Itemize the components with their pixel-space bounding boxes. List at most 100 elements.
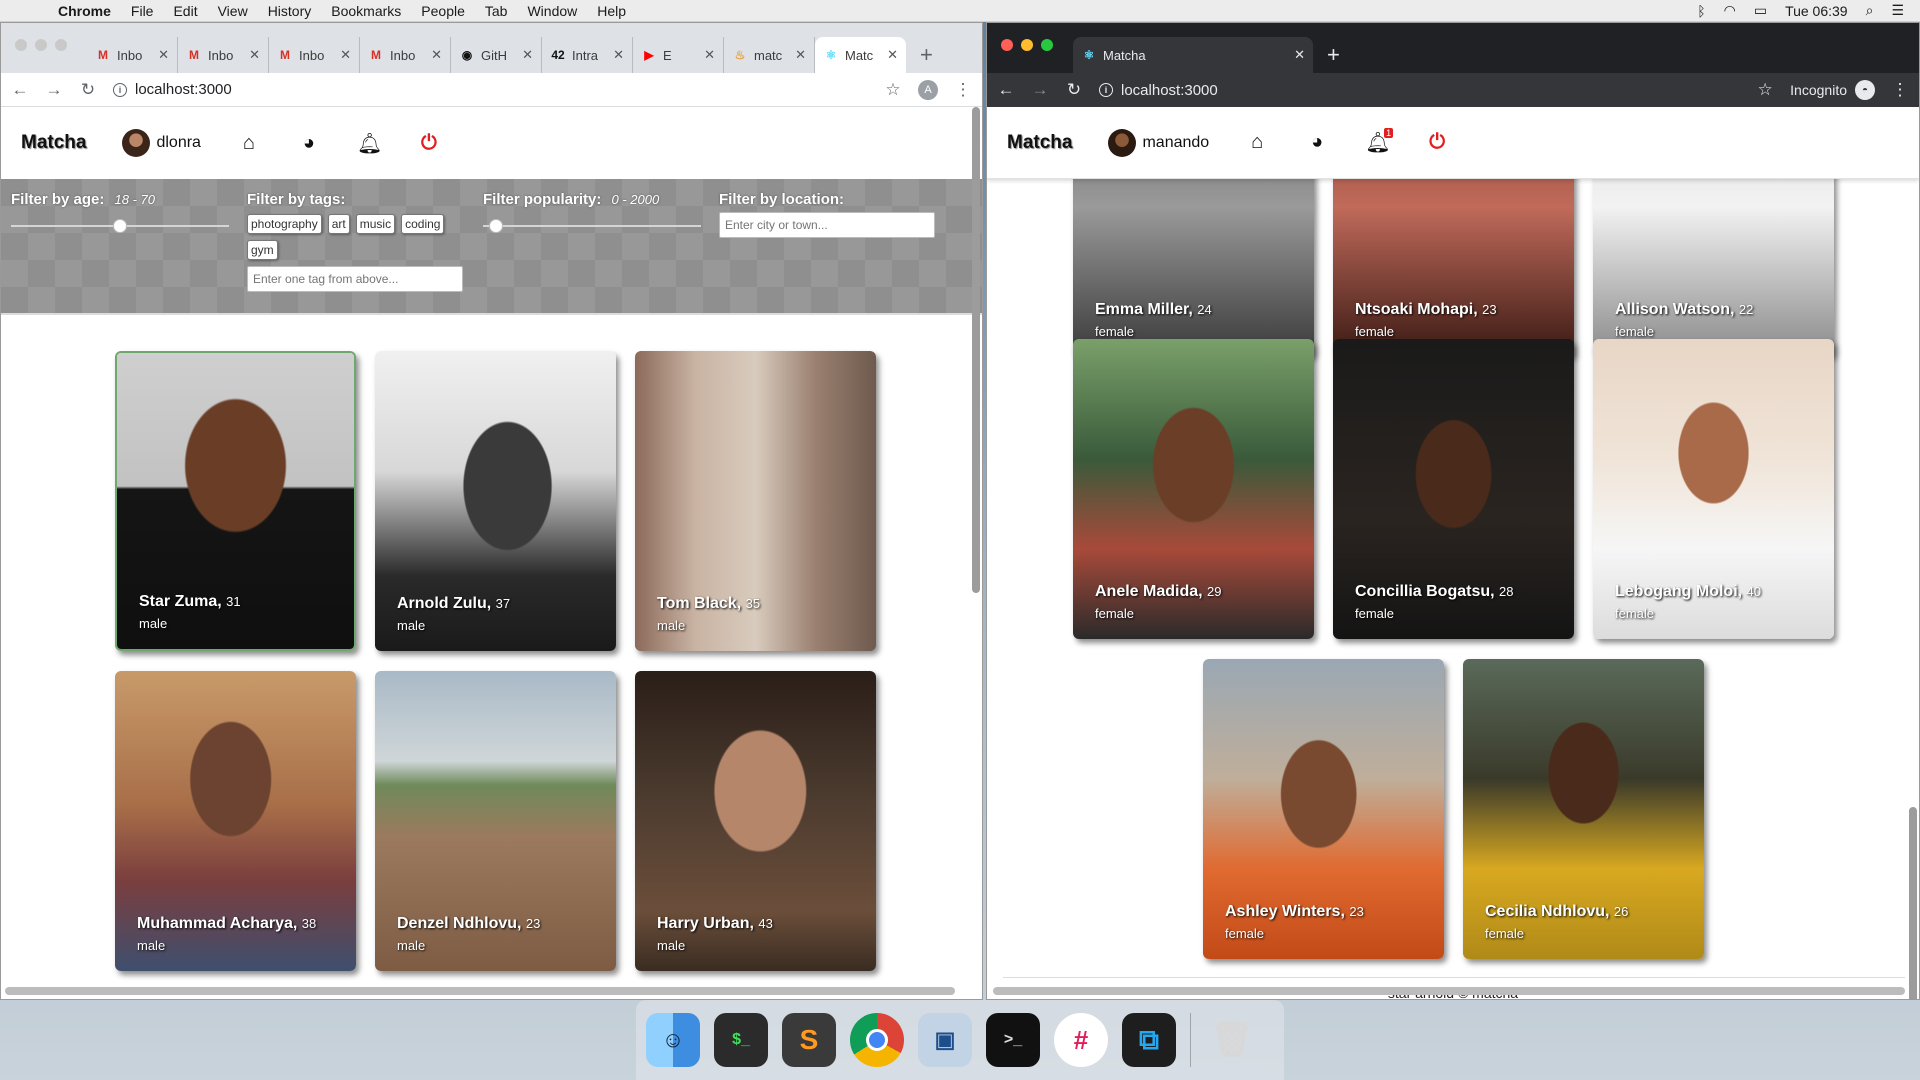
vertical-scrollbar[interactable] <box>1909 807 1917 999</box>
close-tab-icon[interactable]: ✕ <box>340 47 351 63</box>
virtualbox-icon[interactable]: ▣ <box>918 1013 972 1067</box>
tag-chip[interactable]: music <box>355 214 396 234</box>
close-tab-icon[interactable]: ✕ <box>158 47 169 63</box>
address-bar[interactable]: i localhost:3000 <box>1099 77 1740 103</box>
profile-card[interactable]: Anele Madida, 29 female <box>1073 339 1314 639</box>
browser-tab[interactable]: ♨ matc ✕ <box>724 37 815 73</box>
browser-tab[interactable]: M Inbo ✕ <box>178 37 269 73</box>
forward-arrow-icon[interactable]: → <box>1031 80 1049 100</box>
kebab-menu-icon[interactable]: ⋮ <box>1891 80 1909 100</box>
close-tab-icon[interactable]: ✕ <box>249 47 260 63</box>
close-tab-icon[interactable]: ✕ <box>613 47 624 63</box>
profile-card[interactable]: Muhammad Acharya, 38 male <box>115 671 356 971</box>
profile-card[interactable]: Lebogang Moloi, 40 female <box>1593 339 1834 639</box>
bluetooth-icon[interactable]: ᛒ <box>1697 3 1705 19</box>
sublime-text-icon[interactable]: S <box>782 1013 836 1067</box>
notification-center-icon[interactable]: ☰ <box>1891 2 1904 19</box>
profile-card[interactable]: Star Zuma, 31 male <box>115 351 356 651</box>
horizontal-scrollbar[interactable] <box>5 987 955 995</box>
new-tab-button[interactable]: + <box>920 37 933 73</box>
profile-avatar[interactable]: A <box>918 79 938 100</box>
reload-icon[interactable]: ↻ <box>1065 80 1083 100</box>
incognito-indicator[interactable]: Incognito ◓ <box>1790 80 1875 100</box>
reload-icon[interactable]: ↻ <box>79 80 97 100</box>
new-tab-button[interactable]: + <box>1327 37 1340 73</box>
menu-view[interactable]: View <box>218 3 248 19</box>
profile-card[interactable]: Cecilia Ndhlovu, 26 female <box>1463 659 1704 959</box>
browser-tab[interactable]: M Inbo ✕ <box>360 37 451 73</box>
info-icon[interactable]: i <box>113 82 127 97</box>
current-user[interactable]: manando <box>1108 128 1209 157</box>
messenger-icon[interactable]: ◕ <box>297 132 321 155</box>
menu-tab[interactable]: Tab <box>485 3 508 19</box>
menu-history[interactable]: History <box>268 3 312 19</box>
menu-people[interactable]: People <box>421 3 465 19</box>
zoom-window-button[interactable] <box>1041 39 1053 51</box>
tag-chip[interactable]: photography <box>247 214 322 234</box>
menu-help[interactable]: Help <box>597 3 626 19</box>
close-tab-icon[interactable]: ✕ <box>887 47 898 63</box>
bookmark-star-icon[interactable]: ☆ <box>1756 80 1774 100</box>
profile-card[interactable]: Denzel Ndhlovu, 23 male <box>375 671 616 971</box>
tab-matcha[interactable]: ⚛ Matcha ✕ <box>1073 37 1313 73</box>
browser-tab[interactable]: ⚛ Matc ✕ <box>815 37 906 73</box>
tag-chip[interactable]: art <box>327 214 350 234</box>
info-icon[interactable]: i <box>1099 83 1113 97</box>
spotlight-icon[interactable]: ⌕ <box>1866 2 1874 19</box>
browser-tab[interactable]: ▶ E ✕ <box>633 37 724 73</box>
back-arrow-icon[interactable]: ← <box>11 80 29 100</box>
close-tab-icon[interactable]: ✕ <box>522 47 533 63</box>
bell-icon[interactable]: 🔔︎ <box>357 131 382 156</box>
minimize-window-button[interactable] <box>35 39 47 51</box>
profile-card[interactable]: Concillia Bogatsu, 28 female <box>1333 339 1574 639</box>
brand-logo[interactable]: Matcha <box>1007 132 1072 154</box>
popularity-slider[interactable] <box>483 218 701 234</box>
profile-card[interactable]: Tom Black, 35 male <box>635 351 876 651</box>
battery-icon[interactable]: ▭ <box>1754 2 1767 19</box>
home-icon[interactable]: ⌂ <box>1245 131 1269 154</box>
profile-card[interactable]: Ashley Winters, 23 female <box>1203 659 1444 959</box>
close-tab-icon[interactable]: ✕ <box>704 47 715 63</box>
vscode-icon[interactable]: ⧉ <box>1122 1013 1176 1067</box>
menubar-clock[interactable]: Tue 06:39 <box>1785 3 1848 19</box>
tag-chip[interactable]: coding <box>401 214 445 234</box>
tag-chip[interactable]: gym <box>247 240 278 260</box>
browser-tab[interactable]: M Inbo ✕ <box>269 37 360 73</box>
menu-window[interactable]: Window <box>527 3 577 19</box>
forward-arrow-icon[interactable]: → <box>45 80 63 100</box>
tag-input[interactable] <box>247 266 463 292</box>
close-window-button[interactable] <box>1001 39 1013 51</box>
menu-edit[interactable]: Edit <box>173 3 197 19</box>
browser-tab[interactable]: ◉ GitH ✕ <box>451 37 542 73</box>
address-bar[interactable]: i localhost:3000 <box>113 77 868 103</box>
minimize-window-button[interactable] <box>1021 39 1033 51</box>
menu-file[interactable]: File <box>131 3 154 19</box>
slider-thumb[interactable] <box>112 219 127 233</box>
current-user[interactable]: dlonra <box>122 129 201 157</box>
wifi-icon[interactable]: ◠ <box>1724 2 1736 19</box>
kebab-menu-icon[interactable]: ⋮ <box>954 80 972 100</box>
vertical-scrollbar[interactable] <box>972 107 980 593</box>
menu-app-name[interactable]: Chrome <box>58 3 111 19</box>
power-icon[interactable]: ⏻ <box>1425 131 1449 154</box>
bell-icon[interactable]: 🔔︎ 1 <box>1365 128 1394 155</box>
finder-icon[interactable]: ☺ <box>646 1013 700 1067</box>
profile-card[interactable]: Arnold Zulu, 37 male <box>375 351 616 651</box>
iterm-icon[interactable]: >_ <box>986 1013 1040 1067</box>
slider-thumb[interactable] <box>489 219 503 233</box>
brand-logo[interactable]: Matcha <box>21 132 86 154</box>
back-arrow-icon[interactable]: ← <box>997 80 1015 100</box>
browser-tab[interactable]: M Inbo ✕ <box>87 37 178 73</box>
profile-card[interactable]: Harry Urban, 43 male <box>635 671 876 971</box>
zoom-window-button[interactable] <box>55 39 67 51</box>
bookmark-star-icon[interactable]: ☆ <box>884 80 902 100</box>
terminal-icon[interactable]: $_ <box>714 1013 768 1067</box>
close-tab-icon[interactable]: ✕ <box>431 47 442 63</box>
chrome-icon[interactable] <box>850 1013 904 1067</box>
age-slider[interactable] <box>11 218 229 234</box>
close-window-button[interactable] <box>15 39 27 51</box>
slack-icon[interactable]: # <box>1054 1013 1108 1067</box>
close-tab-icon[interactable]: ✕ <box>1294 47 1305 63</box>
power-icon[interactable]: ⏻ <box>417 132 441 155</box>
messenger-icon[interactable]: ◕ <box>1305 131 1329 154</box>
